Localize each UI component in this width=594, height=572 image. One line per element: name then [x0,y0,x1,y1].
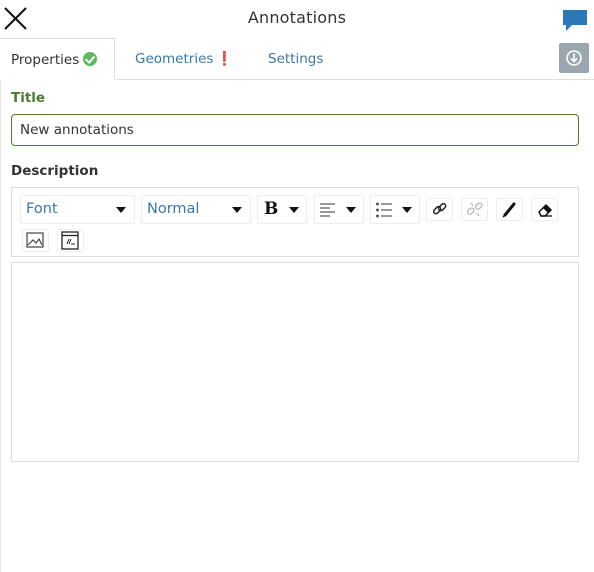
list-dropdown[interactable] [370,195,420,224]
chevron-down-icon [116,207,126,213]
tab-properties-label: Properties [11,52,80,68]
chevron-down-icon [346,207,356,213]
align-icon [320,203,335,217]
tab-bar: Properties Geometries ❗ Settings [0,38,594,80]
comment-icon [563,10,587,31]
insert-image-button[interactable] [22,229,49,252]
title-label: Title [11,90,46,106]
download-button[interactable] [559,43,589,73]
description-editor[interactable] [11,262,579,462]
text-color-button[interactable] [496,198,523,221]
link-icon [432,202,447,215]
image-icon [26,232,44,248]
tab-geometries-label: Geometries [135,51,214,67]
comments-button[interactable] [562,8,588,32]
tab-settings[interactable]: Settings [268,38,323,80]
size-select[interactable]: Normal [141,195,251,224]
check-circle-icon [83,52,98,66]
description-label: Description [11,163,99,179]
code-icon [61,231,79,250]
title-input[interactable] [11,114,579,146]
panel-title: Annotations [247,8,347,27]
align-dropdown[interactable] [314,195,364,224]
font-select-label: Font [26,201,58,217]
chevron-down-icon [232,207,242,213]
bold-icon: B [264,199,279,219]
pen-icon [502,202,516,218]
tab-properties[interactable]: Properties [0,38,115,80]
chevron-down-icon [289,207,299,213]
link-button[interactable] [426,198,453,221]
editor-toolbar: Font Normal B [11,187,579,257]
unlink-button[interactable] [461,198,488,221]
exclamation-icon: ❗ [216,51,234,67]
size-select-label: Normal [147,201,200,217]
unlink-icon [466,202,483,217]
bold-dropdown[interactable]: B [257,195,307,224]
panel-header: Annotations [0,0,594,38]
panel-border [0,80,1,572]
tab-geometries[interactable]: Geometries ❗ [135,38,233,80]
clear-format-button[interactable] [531,198,558,221]
list-icon [376,202,392,218]
chevron-down-icon [402,207,412,213]
source-code-button[interactable] [57,229,84,252]
eraser-icon [538,203,553,217]
download-circle-icon [566,50,582,66]
tab-settings-label: Settings [268,51,324,67]
font-select[interactable]: Font [20,195,135,224]
